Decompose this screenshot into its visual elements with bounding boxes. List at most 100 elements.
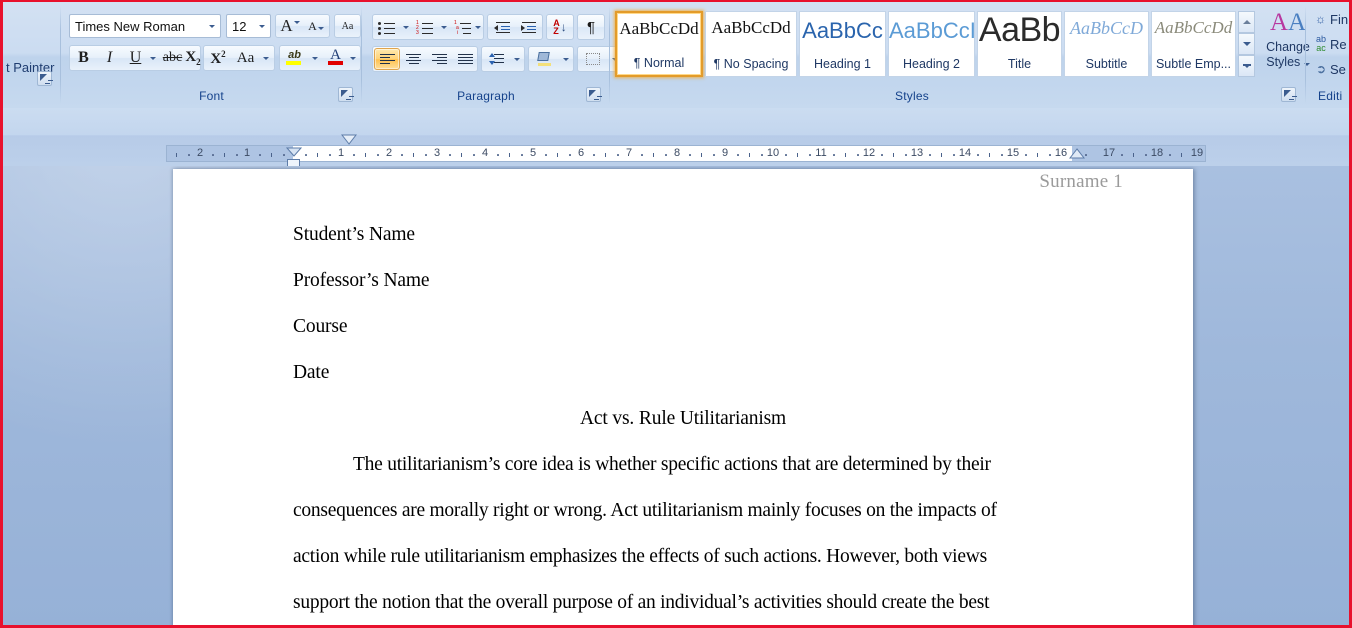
shading-dropdown-icon[interactable]	[558, 48, 573, 70]
ruler-number: 4	[481, 147, 489, 159]
horizontal-ruler[interactable]: 2 1 1 2 3 4 5 6 7 8 9 10 11 12 13 14 15 …	[166, 145, 1206, 162]
align-center-icon	[405, 53, 422, 66]
ruler-number: 16	[1054, 147, 1068, 159]
font-name-combo[interactable]: Times New Roman	[69, 14, 221, 38]
bullets-button[interactable]	[374, 16, 399, 38]
document-canvas: Surname 1 Student’s Name Professor’s Nam…	[3, 166, 1349, 625]
ruler-band: 2 1 1 2 3 4 5 6 7 8 9 10 11 12 13 14 15 …	[3, 108, 1349, 167]
line-spacing-icon	[488, 52, 505, 66]
gallery-more-button[interactable]	[1238, 55, 1255, 77]
first-line-indent-marker[interactable]	[341, 134, 357, 145]
increase-indent-button[interactable]	[515, 16, 541, 38]
clear-formatting-button[interactable]: Aa	[334, 14, 361, 38]
ruler-number: 2	[196, 147, 204, 159]
ruler-number: 1	[243, 147, 251, 159]
document-page[interactable]: Surname 1 Student’s Name Professor’s Nam…	[173, 169, 1193, 625]
justify-button[interactable]	[452, 48, 478, 70]
doc-title: Act vs. Rule Utilitarianism	[579, 408, 787, 429]
superscript-glyph: X2	[210, 48, 226, 67]
shrink-font-button[interactable]: A	[303, 16, 329, 36]
gallery-scroll-down-button[interactable]	[1238, 33, 1255, 55]
align-left-icon	[379, 53, 396, 66]
group-separator	[609, 6, 610, 104]
style-tile-no-spacing[interactable]: AaBbCcDd ¶ No Spacing	[705, 11, 797, 77]
line-spacing-button[interactable]	[483, 48, 510, 70]
multilevel-list-icon: 1 a i	[454, 20, 471, 35]
underline-dropdown-icon[interactable]	[146, 47, 159, 69]
ruler-number: 3	[433, 147, 441, 159]
change-case-button[interactable]: Aa	[232, 47, 259, 69]
subscript-glyph: X2	[185, 49, 201, 67]
font-dialog-launcher[interactable]	[338, 87, 353, 102]
shading-button[interactable]	[530, 48, 558, 70]
bold-button[interactable]: B	[71, 47, 96, 69]
strikethrough-button[interactable]: abc	[160, 47, 185, 69]
ruler-number: 14	[958, 147, 972, 159]
style-label: Heading 1	[814, 57, 871, 71]
style-tile-normal[interactable]: AaBbCcDd ¶ Normal	[615, 11, 703, 77]
highlight-dropdown-icon[interactable]	[308, 47, 321, 69]
list-buttons: 1 2 3 1 a i	[372, 14, 484, 40]
align-right-icon	[431, 53, 448, 66]
ribbon-group-editing: ☼ Fin ab ac Re ➲ Se Editi	[1308, 2, 1349, 108]
borders-button[interactable]	[579, 48, 607, 70]
select-button[interactable]: ➲ Se	[1312, 58, 1346, 80]
page-header-surname: Surname 1	[1039, 171, 1123, 192]
find-button[interactable]: ☼ Fin	[1312, 8, 1348, 30]
ruler-number: 2	[385, 147, 393, 159]
style-tile-title[interactable]: AaBb Title	[977, 11, 1062, 77]
italic-button[interactable]: I	[97, 47, 122, 69]
align-center-button[interactable]	[400, 48, 426, 70]
underline-button[interactable]: U	[123, 47, 148, 69]
doc-body-text: The utilitarianism’s core idea is whethe…	[353, 454, 991, 475]
italic-glyph: I	[106, 49, 113, 66]
select-pointer-icon: ➲	[1315, 62, 1327, 76]
font-name-dropdown-icon[interactable]	[204, 15, 220, 37]
line-spacing-dropdown-icon[interactable]	[510, 48, 524, 70]
superscript-button[interactable]: X2	[205, 47, 231, 69]
style-label: Title	[1007, 57, 1032, 71]
style-tile-heading-1[interactable]: AaBbCc Heading 1	[799, 11, 886, 77]
font-size-dropdown-icon[interactable]	[254, 15, 270, 37]
numbering-dropdown-icon[interactable]	[437, 16, 450, 38]
styles-dialog-launcher[interactable]	[1281, 87, 1296, 102]
sort-button[interactable]: AZ ↓	[546, 14, 574, 40]
grow-font-button[interactable]: A	[277, 16, 303, 36]
numbering-button[interactable]: 1 2 3	[412, 16, 437, 38]
font-color-dropdown-icon[interactable]	[346, 47, 360, 69]
gallery-scroll-up-button[interactable]	[1238, 11, 1255, 33]
align-right-button[interactable]	[426, 48, 452, 70]
align-left-button[interactable]	[374, 48, 400, 70]
font-name-value: Times New Roman	[75, 18, 186, 34]
style-tile-heading-2[interactable]: AaBbCcI Heading 2	[888, 11, 975, 77]
style-tile-subtle-emphasis[interactable]: AaBbCcDd Subtle Emp...	[1151, 11, 1236, 77]
multilevel-dropdown-icon[interactable]	[472, 16, 484, 38]
right-indent-marker[interactable]	[1069, 148, 1085, 159]
shading-icon	[536, 52, 552, 66]
editing-group-label: Editi	[1318, 89, 1343, 103]
text-highlight-color-button[interactable]: ab	[281, 47, 308, 69]
style-tile-subtitle[interactable]: AaBbCcD Subtitle	[1064, 11, 1149, 77]
hanging-indent-marker[interactable]	[286, 146, 302, 157]
underline-glyph: U	[129, 49, 142, 66]
word-application-window: t Painter Times New Roman 12 A A Aa B I …	[0, 0, 1352, 628]
show-formatting-marks-button[interactable]: ¶	[577, 14, 605, 40]
style-label: ¶ No Spacing	[713, 57, 789, 71]
style-preview: AaBbCc	[802, 18, 883, 43]
font-style-buttons: B I U abc X2	[69, 45, 201, 71]
paragraph-dialog-launcher[interactable]	[586, 87, 601, 102]
style-preview: AaBbCcDd	[711, 18, 791, 37]
replace-button[interactable]: ab ac Re	[1312, 33, 1347, 55]
change-case-dropdown-icon[interactable]	[259, 47, 273, 69]
binoculars-icon: ☼	[1315, 12, 1327, 26]
font-size-combo[interactable]: 12	[226, 14, 271, 38]
clipboard-dialog-launcher[interactable]	[37, 71, 52, 86]
doc-line-date: Date	[293, 362, 330, 383]
ruler-number: 8	[673, 147, 681, 159]
bullets-dropdown-icon[interactable]	[399, 16, 412, 38]
borders-icon	[586, 53, 600, 65]
decrease-indent-button[interactable]	[489, 16, 515, 38]
font-color-button[interactable]: A	[323, 47, 348, 69]
subscript-button[interactable]: X2	[185, 47, 201, 69]
replace-label: Re	[1330, 36, 1347, 52]
